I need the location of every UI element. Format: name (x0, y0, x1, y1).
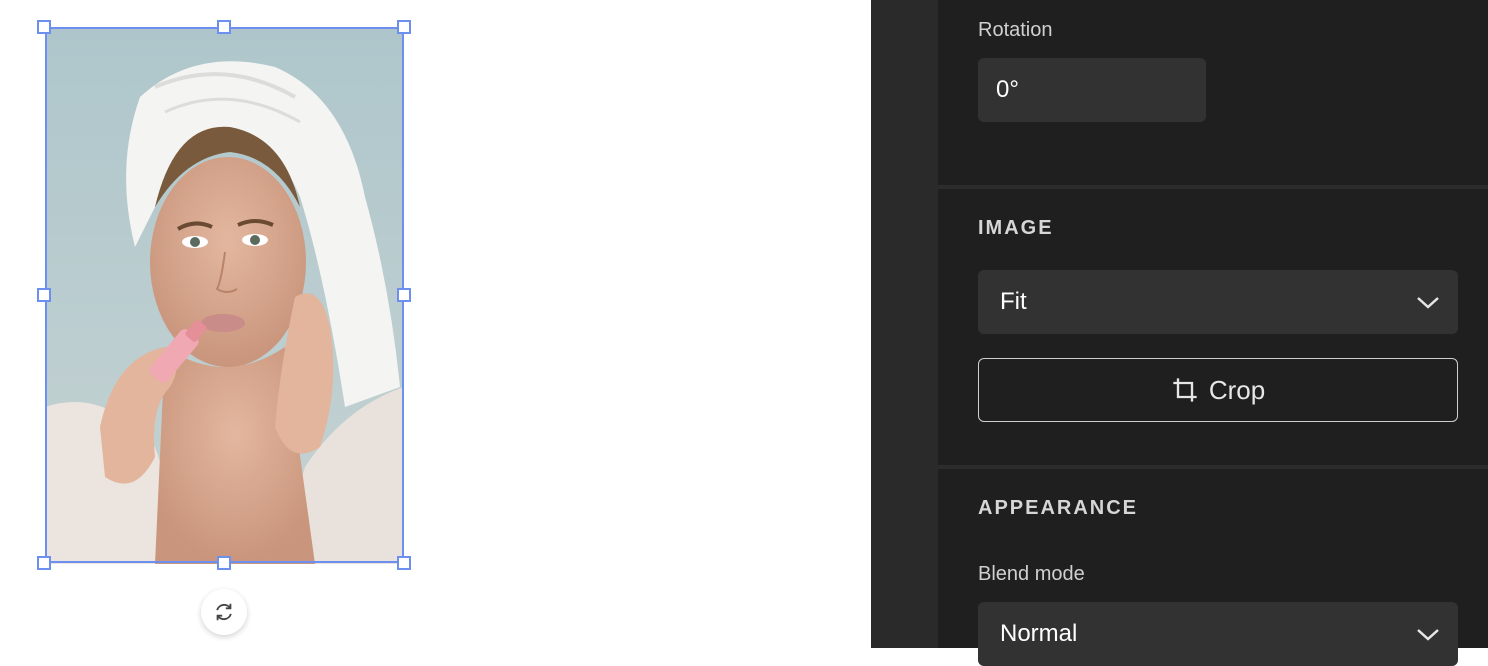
resize-handle-top[interactable] (217, 20, 231, 34)
rotation-input[interactable]: 0° (978, 58, 1206, 122)
selected-image[interactable] (45, 27, 404, 564)
resize-handle-left[interactable] (37, 288, 51, 302)
chevron-down-icon (1417, 629, 1439, 641)
fit-select[interactable]: Fit (978, 270, 1458, 334)
resize-handle-top-left[interactable] (37, 20, 51, 34)
crop-button[interactable]: Crop (978, 358, 1458, 422)
resize-handle-top-right[interactable] (397, 20, 411, 34)
fit-select-value: Fit (1000, 288, 1027, 315)
rotate-button[interactable] (201, 589, 247, 635)
resize-handle-bottom[interactable] (217, 556, 231, 570)
canvas-area[interactable] (0, 0, 871, 648)
crop-icon (1173, 378, 1197, 402)
blend-mode-select[interactable]: Normal (978, 602, 1458, 666)
rotation-label: Rotation (978, 19, 1053, 41)
section-divider (938, 465, 1488, 469)
resize-handle-bottom-right[interactable] (397, 556, 411, 570)
crop-button-label: Crop (1208, 374, 1266, 405)
blend-mode-label: Blend mode (978, 563, 1085, 585)
rotation-value: 0° (996, 76, 1019, 103)
image-section-title: IMAGE (978, 217, 1054, 239)
chevron-down-icon (1417, 297, 1439, 309)
resize-handle-bottom-left[interactable] (37, 556, 51, 570)
rotate-icon (216, 603, 232, 621)
photo-portrait (45, 27, 404, 564)
appearance-section-title: APPEARANCE (978, 497, 1139, 519)
blend-mode-value: Normal (1000, 620, 1078, 647)
resize-handle-right[interactable] (397, 288, 411, 302)
section-divider (938, 185, 1488, 189)
panel-gutter (871, 0, 938, 648)
properties-panel: Rotation 0° IMAGE Fit Crop APPEARANCE Bl… (938, 0, 1488, 666)
